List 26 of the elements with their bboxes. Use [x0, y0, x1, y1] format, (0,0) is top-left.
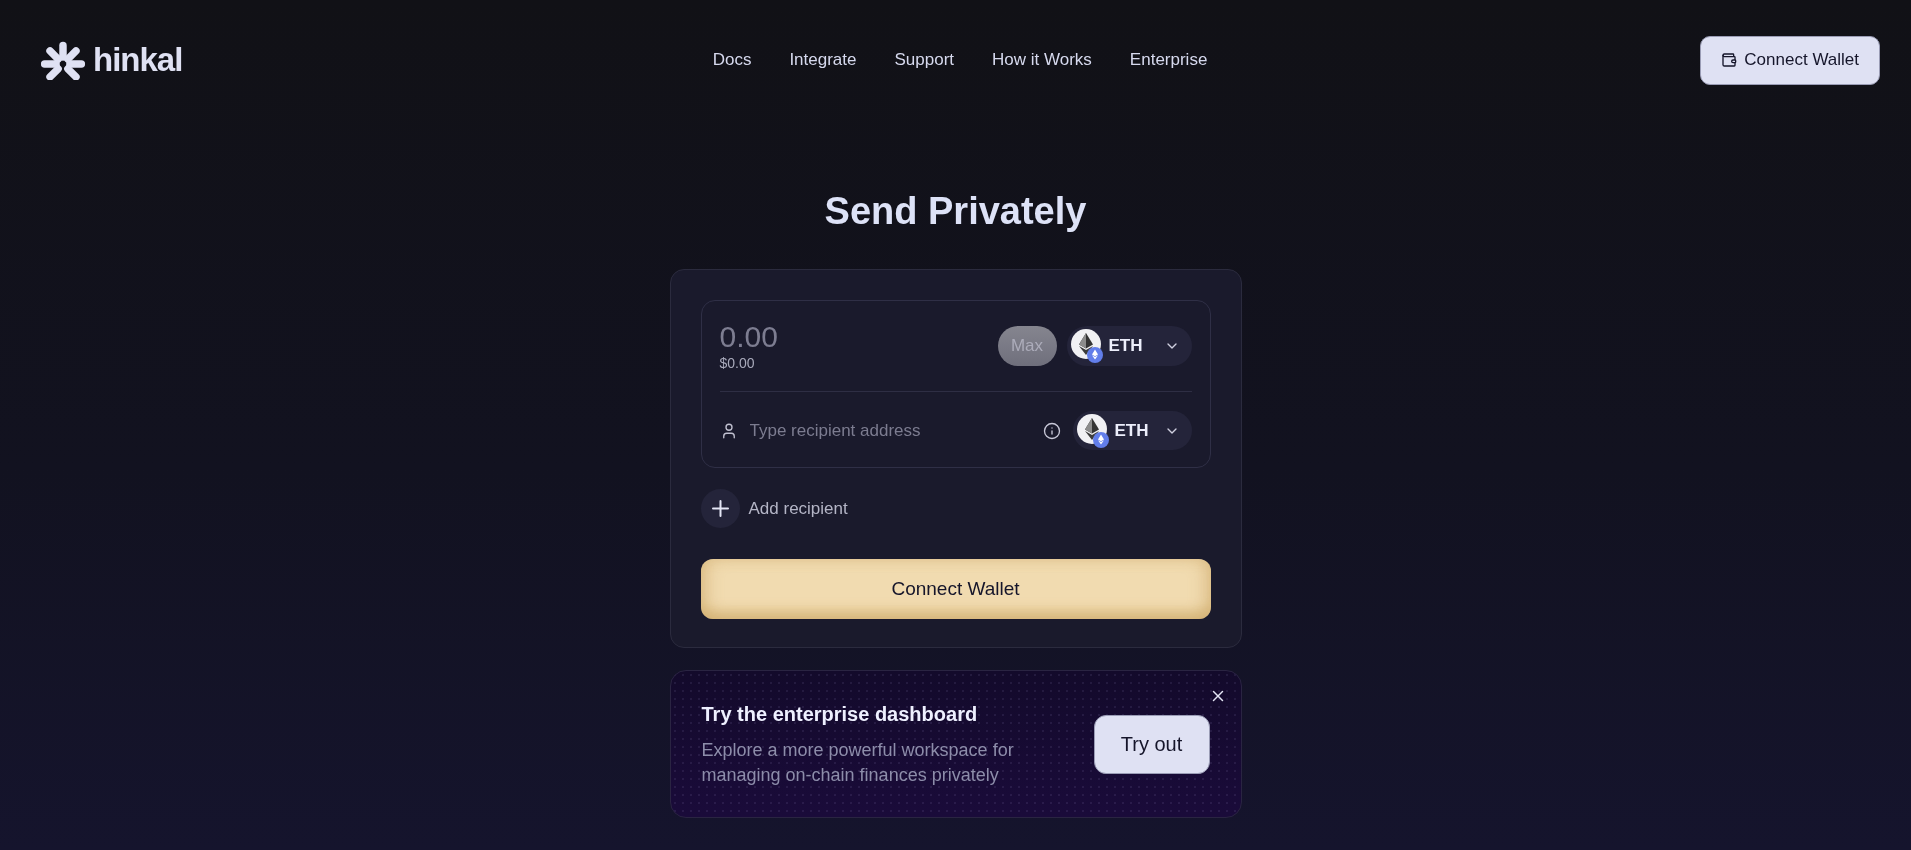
- logo-icon: [40, 40, 86, 80]
- connect-wallet-button[interactable]: Connect Wallet: [700, 559, 1211, 619]
- nav-link[interactable]: Enterprise: [1129, 50, 1208, 70]
- nav-link[interactable]: Integrate: [789, 50, 857, 70]
- fiat-value: $0.00: [719, 354, 756, 372]
- nav-link[interactable]: Support: [894, 50, 955, 70]
- token-symbol: ETH: [1108, 336, 1143, 356]
- token-select[interactable]: ETH: [1072, 411, 1192, 450]
- amount-field[interactable]: 0.00: [719, 320, 920, 354]
- token-select[interactable]: ETH: [1066, 326, 1192, 366]
- wallet-icon: [1721, 52, 1738, 68]
- info-icon[interactable]: [1042, 421, 1061, 440]
- nav-link[interactable]: How it Works: [992, 50, 1092, 70]
- token-icon: [1076, 413, 1109, 448]
- try-out-button[interactable]: Try out: [1093, 714, 1210, 774]
- token-icon: [1070, 329, 1103, 363]
- token-symbol: ETH: [1114, 420, 1149, 441]
- connect-wallet-button[interactable]: Connect Wallet: [1700, 35, 1880, 85]
- nav-link[interactable]: Docs: [712, 50, 752, 70]
- promo-text: Explore a more powerful workspace for managing on-chain finances privately: [701, 738, 1015, 787]
- plus-icon: [700, 489, 740, 528]
- add-recipient-button[interactable]: Add recipient: [700, 489, 848, 528]
- recipient-field[interactable]: Type recipient address: [749, 418, 1043, 443]
- promo-title: Try the enterprise dashboard: [701, 701, 979, 727]
- logo-wordmark: hinkal: [93, 41, 183, 79]
- page-title: Send Privately: [824, 189, 1087, 234]
